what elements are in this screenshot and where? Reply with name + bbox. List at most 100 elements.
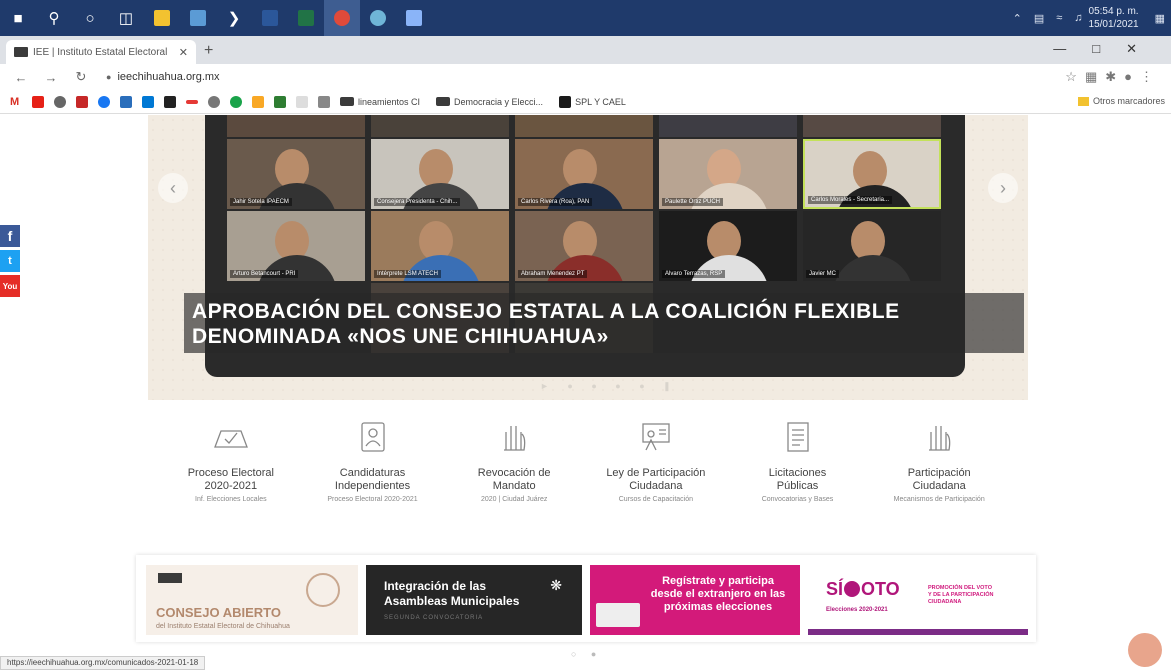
slide-caption[interactable]: APROBACIÓN DEL CONSEJO ESTATAL A LA COAL… bbox=[184, 293, 1024, 353]
slider-prev-button[interactable]: ‹ bbox=[158, 173, 188, 203]
close-tab-icon[interactable]: ✕ bbox=[179, 46, 188, 59]
photos-icon[interactable] bbox=[180, 0, 216, 36]
document-icon bbox=[727, 415, 869, 459]
logo-dot bbox=[844, 581, 861, 597]
bookmark-lineamientos[interactable]: lineamientos CI bbox=[358, 97, 420, 107]
bookmark-icon[interactable] bbox=[76, 95, 88, 108]
raised-hand-icon bbox=[443, 415, 585, 459]
service-subtitle: Cursos de Capacitación bbox=[618, 496, 694, 503]
forward-icon[interactable]: → bbox=[42, 70, 60, 85]
address-bar-actions: ☆▦✱●⋮ bbox=[1065, 69, 1161, 85]
new-tab-button[interactable]: + bbox=[204, 42, 213, 60]
facebook-bookmark-icon[interactable] bbox=[98, 95, 110, 108]
banner-subtitle: Elecciones 2020-2021 bbox=[826, 607, 888, 613]
banner-asambleas[interactable]: Integración de las Asambleas Municipales … bbox=[366, 565, 582, 635]
bookmark-democracia[interactable]: Democracia y Elecci... bbox=[454, 97, 543, 107]
banner-si-voto[interactable]: SÍ OTO Elecciones 2020-2021 PROMOCIÓN DEL… bbox=[808, 565, 1028, 635]
profile-avatar-icon[interactable]: ● bbox=[1124, 69, 1140, 84]
star-icon[interactable]: ☆ bbox=[1065, 69, 1085, 84]
service-title-line: Licitaciones bbox=[768, 467, 827, 479]
service-participacion-ciudadana[interactable]: Participación Ciudadana Mecanismos de Par… bbox=[868, 415, 1010, 503]
notifications-icon[interactable]: ▦ bbox=[1155, 12, 1165, 25]
bookmark-icon[interactable] bbox=[164, 95, 176, 108]
logo-text: OTO bbox=[861, 579, 900, 599]
cortana-icon[interactable]: ○ bbox=[72, 0, 108, 36]
other-bookmarks[interactable]: Otros marcadores bbox=[1077, 96, 1165, 106]
volume-icon[interactable]: ♫ bbox=[1074, 12, 1082, 24]
windows-start-icon[interactable]: ■ bbox=[0, 0, 36, 36]
bookmark-spl[interactable]: SPL Y CAEL bbox=[575, 97, 626, 107]
bookmark-icon[interactable] bbox=[296, 95, 308, 108]
facebook-icon[interactable]: f bbox=[0, 225, 20, 247]
slider-next-button[interactable]: › bbox=[988, 173, 1018, 203]
bookmark-icon[interactable] bbox=[252, 95, 264, 108]
lock-icon: ● bbox=[106, 72, 112, 82]
social-links: f t You bbox=[0, 225, 20, 300]
task-view-icon[interactable]: ◫ bbox=[108, 0, 144, 36]
chevron-up-icon[interactable]: ⌃ bbox=[1013, 12, 1022, 25]
status-bar-url: https://ieechihuahua.org.mx/comunicados-… bbox=[0, 656, 206, 670]
twitter-icon[interactable]: t bbox=[0, 250, 20, 272]
reload-icon[interactable]: ↻ bbox=[72, 69, 90, 85]
clock-date: 15/01/2021 bbox=[1088, 19, 1139, 30]
banner-title-line: Asambleas Municipales bbox=[384, 594, 520, 608]
web-page: Jahir Sotela IPAECM Consejera Presidenta… bbox=[0, 115, 1171, 670]
puzzle-icon[interactable]: ✱ bbox=[1105, 69, 1124, 84]
file-explorer-icon[interactable] bbox=[144, 0, 180, 36]
maximize-icon[interactable]: □ bbox=[1092, 41, 1126, 56]
youtube-icon[interactable] bbox=[32, 95, 44, 108]
gmail-icon[interactable]: M bbox=[10, 95, 22, 108]
clock[interactable]: 05:54 p. m. 15/01/2021 bbox=[1089, 5, 1139, 31]
system-tray: ⌃ ▤ ≈ ♫ 05:54 p. m. 15/01/2021 ▦ bbox=[1007, 0, 1171, 36]
close-window-icon[interactable]: ✕ bbox=[1126, 41, 1163, 56]
banner-consejo-abierto[interactable]: CONSEJO ABIERTO del Instituto Estatal El… bbox=[146, 565, 358, 635]
service-ley-participacion[interactable]: Ley de Participación Ciudadana Cursos de … bbox=[585, 415, 727, 503]
snip-icon[interactable] bbox=[396, 0, 432, 36]
banner-registro-extranjero[interactable]: Regístrate y participa desde el extranjer… bbox=[590, 565, 800, 635]
participant-name: Carlos Morales - Secretaria... bbox=[808, 196, 893, 204]
webcam-icon[interactable] bbox=[360, 0, 396, 36]
back-icon[interactable]: ← bbox=[12, 70, 30, 85]
participant-name: Paulette Ortiz PUCH bbox=[662, 198, 724, 206]
onedrive-icon[interactable] bbox=[142, 95, 154, 108]
word-icon[interactable] bbox=[252, 0, 288, 36]
banner-pagination[interactable]: ○ ● bbox=[571, 649, 602, 659]
slider-pagination[interactable]: ► ● ● ● ● ❚ bbox=[540, 381, 679, 392]
service-licitaciones[interactable]: Licitaciones Públicas Convocatorias y Bas… bbox=[727, 415, 869, 503]
bookmark-icon[interactable] bbox=[274, 95, 286, 108]
youtube-icon[interactable]: You bbox=[0, 275, 20, 297]
address-bar: ← → ↻ ● ieechihuahua.org.mx ☆▦✱●⋮ bbox=[0, 64, 1171, 90]
bookmark-icon[interactable] bbox=[230, 95, 242, 108]
participant-tile bbox=[371, 115, 509, 137]
participant-tile bbox=[227, 115, 365, 137]
chrome-icon[interactable] bbox=[324, 0, 360, 36]
bookmark-icon[interactable] bbox=[54, 95, 66, 108]
folder-icon bbox=[1077, 96, 1089, 106]
excel-icon[interactable] bbox=[288, 0, 324, 36]
search-icon[interactable]: ⚲ bbox=[36, 0, 72, 36]
promo-line: Y DE LA PARTICIPACIÓN bbox=[928, 592, 994, 598]
service-revocacion[interactable]: Revocación de Mandato 2020 | Ciudad Juáre… bbox=[443, 415, 585, 503]
service-proceso-electoral[interactable]: Proceso Electoral 2020-2021 Inf. Eleccion… bbox=[160, 415, 302, 503]
network-icon[interactable]: ▤ bbox=[1034, 12, 1044, 25]
hero-slider: Jahir Sotela IPAECM Consejera Presidenta… bbox=[148, 115, 1028, 400]
powershell-icon[interactable]: ❯ bbox=[216, 0, 252, 36]
participant-tile: Carlos Rivera (Roa), PAN bbox=[515, 139, 653, 209]
service-candidaturas[interactable]: Candidaturas Independientes Proceso Elect… bbox=[302, 415, 444, 503]
service-title: Revocación de Mandato bbox=[443, 467, 585, 493]
bookmark-icon[interactable] bbox=[120, 95, 132, 108]
wifi-icon[interactable]: ≈ bbox=[1056, 12, 1062, 24]
service-title-line: Candidaturas bbox=[339, 467, 406, 479]
browser-tab[interactable]: IEE | Instituto Estatal Electoral ✕ bbox=[6, 40, 196, 64]
minimize-icon[interactable]: — bbox=[1053, 41, 1092, 56]
extensions-icon[interactable]: ▦ bbox=[1085, 69, 1105, 84]
service-title: Proceso Electoral 2020-2021 bbox=[160, 467, 302, 493]
participant-tile: Intérprete LSM ATECH bbox=[371, 211, 509, 281]
participant-tile: Arturo Betancourt - PRI bbox=[227, 211, 365, 281]
menu-icon[interactable]: ⋮ bbox=[1140, 69, 1161, 84]
folder-icon[interactable] bbox=[318, 95, 330, 108]
url-field[interactable]: ● ieechihuahua.org.mx bbox=[106, 71, 220, 83]
promo-line: PROMOCIÓN DEL VOTO bbox=[928, 585, 992, 591]
bookmark-icon[interactable] bbox=[186, 99, 198, 104]
bookmark-icon[interactable] bbox=[208, 95, 220, 108]
